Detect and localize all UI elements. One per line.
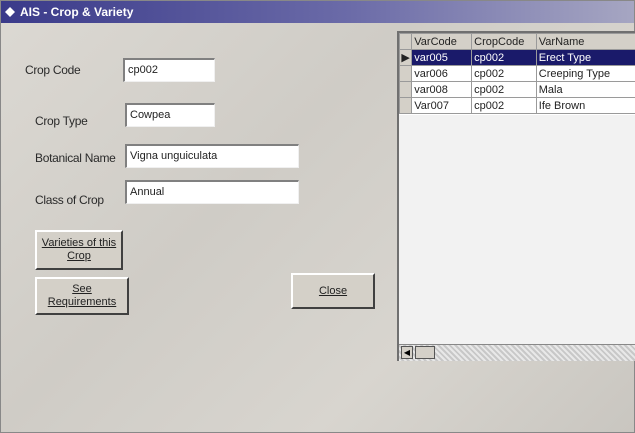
varcode-cell[interactable]: var006	[411, 65, 473, 82]
varieties-button-line1: Varieties of this	[41, 237, 117, 249]
crop-type-label: Crop Type	[35, 114, 88, 128]
row-selector[interactable]	[399, 97, 413, 114]
crop-code-field[interactable]: cp002	[123, 58, 215, 82]
varname-cell[interactable]: Mala	[535, 81, 635, 98]
scroll-thumb[interactable]	[415, 346, 435, 359]
row-selector[interactable]	[399, 81, 413, 98]
table-row[interactable]: ▶ var005 cp002 Erect Type	[399, 49, 635, 66]
row-indicator-icon[interactable]: ▶	[399, 49, 413, 66]
crop-variety-window: AIS - Crop & Variety Crop Code cp002 Cro…	[0, 0, 635, 433]
app-icon[interactable]	[5, 7, 15, 17]
horizontal-scrollbar[interactable]: ◀	[399, 344, 635, 361]
crop-type-field[interactable]: Cowpea	[125, 103, 215, 127]
varieties-button[interactable]: Varieties of this Crop	[35, 230, 123, 270]
varcode-cell[interactable]: var008	[411, 81, 473, 98]
cropcode-cell[interactable]: cp002	[471, 65, 537, 82]
close-button[interactable]: Close	[291, 273, 375, 309]
window-title: AIS - Crop & Variety	[20, 5, 134, 19]
class-of-crop-field[interactable]: Annual	[125, 180, 299, 204]
grid-empty-area	[399, 115, 635, 345]
varcode-cell[interactable]: Var007	[411, 97, 473, 114]
varname-cell[interactable]: Erect Type	[535, 49, 635, 66]
cropcode-cell[interactable]: cp002	[471, 81, 537, 98]
class-of-crop-label: Class of Crop	[35, 193, 104, 207]
crop-code-label: Crop Code	[25, 63, 81, 77]
varname-cell[interactable]: Creeping Type	[535, 65, 635, 82]
close-button-label: Close	[318, 284, 348, 297]
varcode-cell[interactable]: var005	[411, 49, 473, 66]
grid-corner	[399, 33, 413, 50]
scroll-left-icon[interactable]: ◀	[401, 346, 413, 359]
grid-header-row: VarCode CropCode VarName	[399, 33, 635, 50]
variety-table: VarCode CropCode VarName ▶ var005 cp002 …	[399, 33, 635, 114]
table-row[interactable]: var006 cp002 Creeping Type	[399, 65, 635, 82]
botanical-name-label: Botanical Name	[35, 151, 116, 165]
see-requirements-button[interactable]: See Requirements	[35, 277, 129, 315]
column-header-varname[interactable]: VarName	[535, 33, 635, 50]
title-bar: AIS - Crop & Variety	[1, 1, 634, 23]
table-row[interactable]: var008 cp002 Mala	[399, 81, 635, 98]
column-header-cropcode[interactable]: CropCode	[471, 33, 537, 50]
botanical-name-field[interactable]: Vigna unguiculata	[125, 144, 299, 168]
cropcode-cell[interactable]: cp002	[471, 97, 537, 114]
column-header-varcode[interactable]: VarCode	[411, 33, 473, 50]
requirements-button-line2: Requirements	[47, 296, 117, 308]
cropcode-cell[interactable]: cp002	[471, 49, 537, 66]
variety-grid[interactable]: VarCode CropCode VarName ▶ var005 cp002 …	[397, 31, 635, 361]
varieties-button-line2: Crop	[67, 250, 91, 262]
row-selector[interactable]	[399, 65, 413, 82]
table-row[interactable]: Var007 cp002 Ife Brown	[399, 97, 635, 114]
requirements-button-line1: See	[72, 283, 92, 295]
varname-cell[interactable]: Ife Brown	[535, 97, 635, 114]
